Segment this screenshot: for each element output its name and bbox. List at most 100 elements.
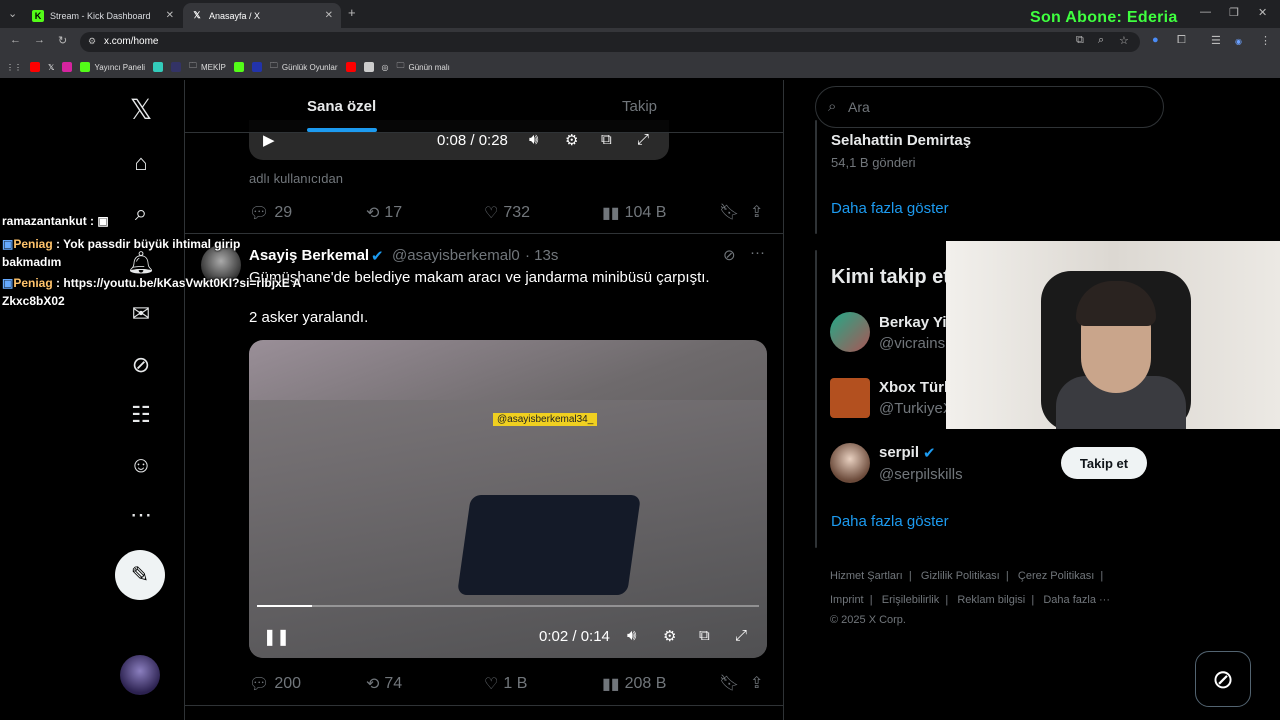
heart-icon: ♡ (484, 676, 499, 693)
search-input[interactable]: Ara (815, 86, 1164, 128)
share-icon[interactable]: ⇪ (750, 202, 763, 222)
close-icon[interactable]: ✕ (325, 10, 333, 21)
bookmark-icon[interactable]: 🔖︎ (719, 202, 739, 222)
volume-icon[interactable]: 🔊︎ (627, 627, 636, 644)
settings-icon[interactable]: ⚙ (663, 627, 676, 645)
tab-x-home[interactable]: 𝕏 Anasayfa / X ✕ (183, 3, 341, 28)
tab-search-icon[interactable]: ⌄ (8, 7, 17, 20)
video-player[interactable]: @asayisberkemal34_ ❚❚ 0:02 / 0:14 🔊︎ ⚙ ⧉… (249, 340, 767, 658)
reading-list-icon[interactable]: ☰ (1211, 34, 1221, 47)
bookmark-mekip[interactable]: 🗀 MEKİP (189, 60, 226, 74)
close-window-icon[interactable]: ✕ (1258, 6, 1267, 19)
video-progress-bar[interactable] (257, 605, 759, 607)
bookmark-icon[interactable]: 🔖︎ (719, 673, 739, 693)
bookmark-star-icon[interactable]: ☆ (1119, 34, 1129, 47)
address-bar[interactable]: x.com/home (80, 32, 1140, 52)
repost-button[interactable]: ⟲ 17 (366, 203, 402, 223)
user-name[interactable]: Xbox Türk (879, 379, 952, 396)
like-button[interactable]: ♡ 732 (484, 203, 530, 223)
video-time: 0:08 / 0:28 (437, 132, 508, 149)
site-info-icon[interactable]: ⚙ (88, 36, 96, 47)
close-icon[interactable]: ✕ (166, 10, 174, 21)
pip-icon[interactable]: ⧉ (699, 627, 710, 644)
avatar[interactable] (830, 378, 870, 418)
compose-post-button[interactable]: ✎ (115, 550, 165, 600)
bookmark-x[interactable]: 𝕏 (48, 63, 54, 72)
bookmark-app[interactable] (153, 62, 163, 72)
more-icon[interactable]: ⋯ (128, 502, 154, 528)
show-more-link[interactable]: Daha fazla göster (831, 200, 949, 217)
author-name[interactable]: Asayiş Berkemal (249, 247, 369, 264)
post-time[interactable]: · 13s (525, 247, 558, 264)
footer-link[interactable]: Hizmet Şartları (830, 570, 903, 582)
tab-for-you[interactable]: Sana özel (307, 98, 376, 115)
bookmark-app4[interactable] (363, 62, 374, 72)
profile-icon[interactable]: ◉ (1235, 37, 1242, 46)
extension-icon[interactable]: ● (1152, 34, 1159, 46)
tab-kick-dashboard[interactable]: K Stream - Kick Dashboard ✕ (24, 3, 182, 28)
tab-following[interactable]: Takip (622, 98, 657, 115)
reload-icon[interactable]: ↻ (58, 34, 67, 47)
maximize-icon[interactable]: ❐ (1229, 6, 1239, 19)
footer-link[interactable]: Çerez Politikası (1018, 570, 1094, 582)
back-icon[interactable]: ← (10, 34, 21, 46)
bookmark-app2[interactable] (171, 62, 181, 72)
bookmark-gunun-mali[interactable]: 🗀 Günün malı (396, 60, 449, 74)
footer-link[interactable]: Imprint (830, 594, 864, 606)
pause-icon[interactable]: ❚❚ (263, 627, 290, 647)
reply-button[interactable]: 💬︎ 200 (249, 674, 301, 694)
avatar[interactable] (120, 655, 160, 695)
bookmark-yayinci-paneli[interactable]: Yayıncı Paneli (80, 62, 145, 72)
search-icon[interactable]: ⌕ (128, 200, 154, 226)
forward-icon[interactable]: → (34, 34, 45, 46)
footer-link[interactable]: Gizlilik Politikası (921, 570, 1000, 582)
grok-icon[interactable]: ⊘ (128, 352, 154, 378)
grok-floating-button[interactable]: ⊘ (1195, 651, 1251, 707)
menu-icon[interactable]: ⋮ (1260, 34, 1271, 47)
views-button[interactable]: ▮▮ 104 B (602, 203, 666, 223)
fullscreen-icon[interactable]: ⤢ (637, 131, 649, 148)
reply-button[interactable]: 💬︎ 29 (249, 203, 292, 223)
author-handle[interactable]: @asayisberkemal0 (392, 247, 520, 264)
pip-icon[interactable]: ⧉ (601, 131, 612, 148)
footer-link[interactable]: Erişilebilirlik (882, 594, 939, 606)
views-icon: ▮▮ (602, 676, 620, 693)
avatar[interactable] (830, 312, 870, 352)
follow-button[interactable]: Takip et (1061, 447, 1147, 479)
bookmark-gunluk-oyunlar[interactable]: 🗀 Günlük Oyunlar (270, 60, 338, 74)
settings-icon[interactable]: ⚙ (565, 131, 578, 149)
show-more-link[interactable]: Daha fazla göster (831, 513, 949, 530)
share-icon[interactable]: ⇪ (750, 673, 763, 693)
volume-icon[interactable]: 🔊︎ (529, 131, 538, 148)
user-name[interactable]: Berkay Yi (879, 314, 947, 331)
bookmark-app3[interactable] (251, 62, 262, 72)
avatar[interactable] (830, 443, 870, 483)
play-icon[interactable]: ▶ (263, 131, 275, 149)
home-icon[interactable]: ⌂ (128, 150, 154, 176)
install-icon[interactable]: ⧉ (1076, 34, 1084, 47)
repost-button[interactable]: ⟲ 74 (366, 674, 402, 694)
x-logo-icon[interactable]: 𝕏 (128, 94, 154, 125)
user-name[interactable]: serpil (879, 444, 919, 461)
chat-message: ramazantankut : ▣ (2, 214, 109, 228)
new-tab-button[interactable]: + (348, 5, 356, 20)
bookmark-kick[interactable] (233, 62, 244, 72)
apps-icon[interactable]: ⋮⋮ (6, 63, 22, 72)
extensions-puzzle-icon[interactable]: ⧠ (1177, 34, 1186, 47)
more-icon[interactable]: ··· (750, 244, 765, 261)
bookmark-globe[interactable]: ◎ (382, 63, 389, 72)
profile-icon[interactable]: ☺ (128, 452, 154, 478)
fullscreen-icon[interactable]: ⤢ (735, 627, 747, 644)
bookmark-instagram[interactable] (62, 62, 73, 72)
zoom-icon[interactable]: ⌕ (1098, 34, 1104, 47)
footer-link[interactable]: Daha fazla ··· (1043, 594, 1110, 606)
grok-icon[interactable]: ⊘ (723, 246, 736, 264)
communities-icon[interactable]: ☷ (128, 402, 154, 428)
views-button[interactable]: ▮▮ 208 B (602, 674, 666, 694)
bookmark-youtube[interactable] (30, 62, 40, 72)
footer-link[interactable]: Reklam bilgisi (957, 594, 1025, 606)
minimize-icon[interactable]: — (1200, 6, 1211, 18)
trend-name[interactable]: Selahattin Demirtaş (831, 132, 971, 149)
bookmark-youtube2[interactable] (345, 62, 356, 72)
like-button[interactable]: ♡ 1 B (484, 674, 527, 694)
